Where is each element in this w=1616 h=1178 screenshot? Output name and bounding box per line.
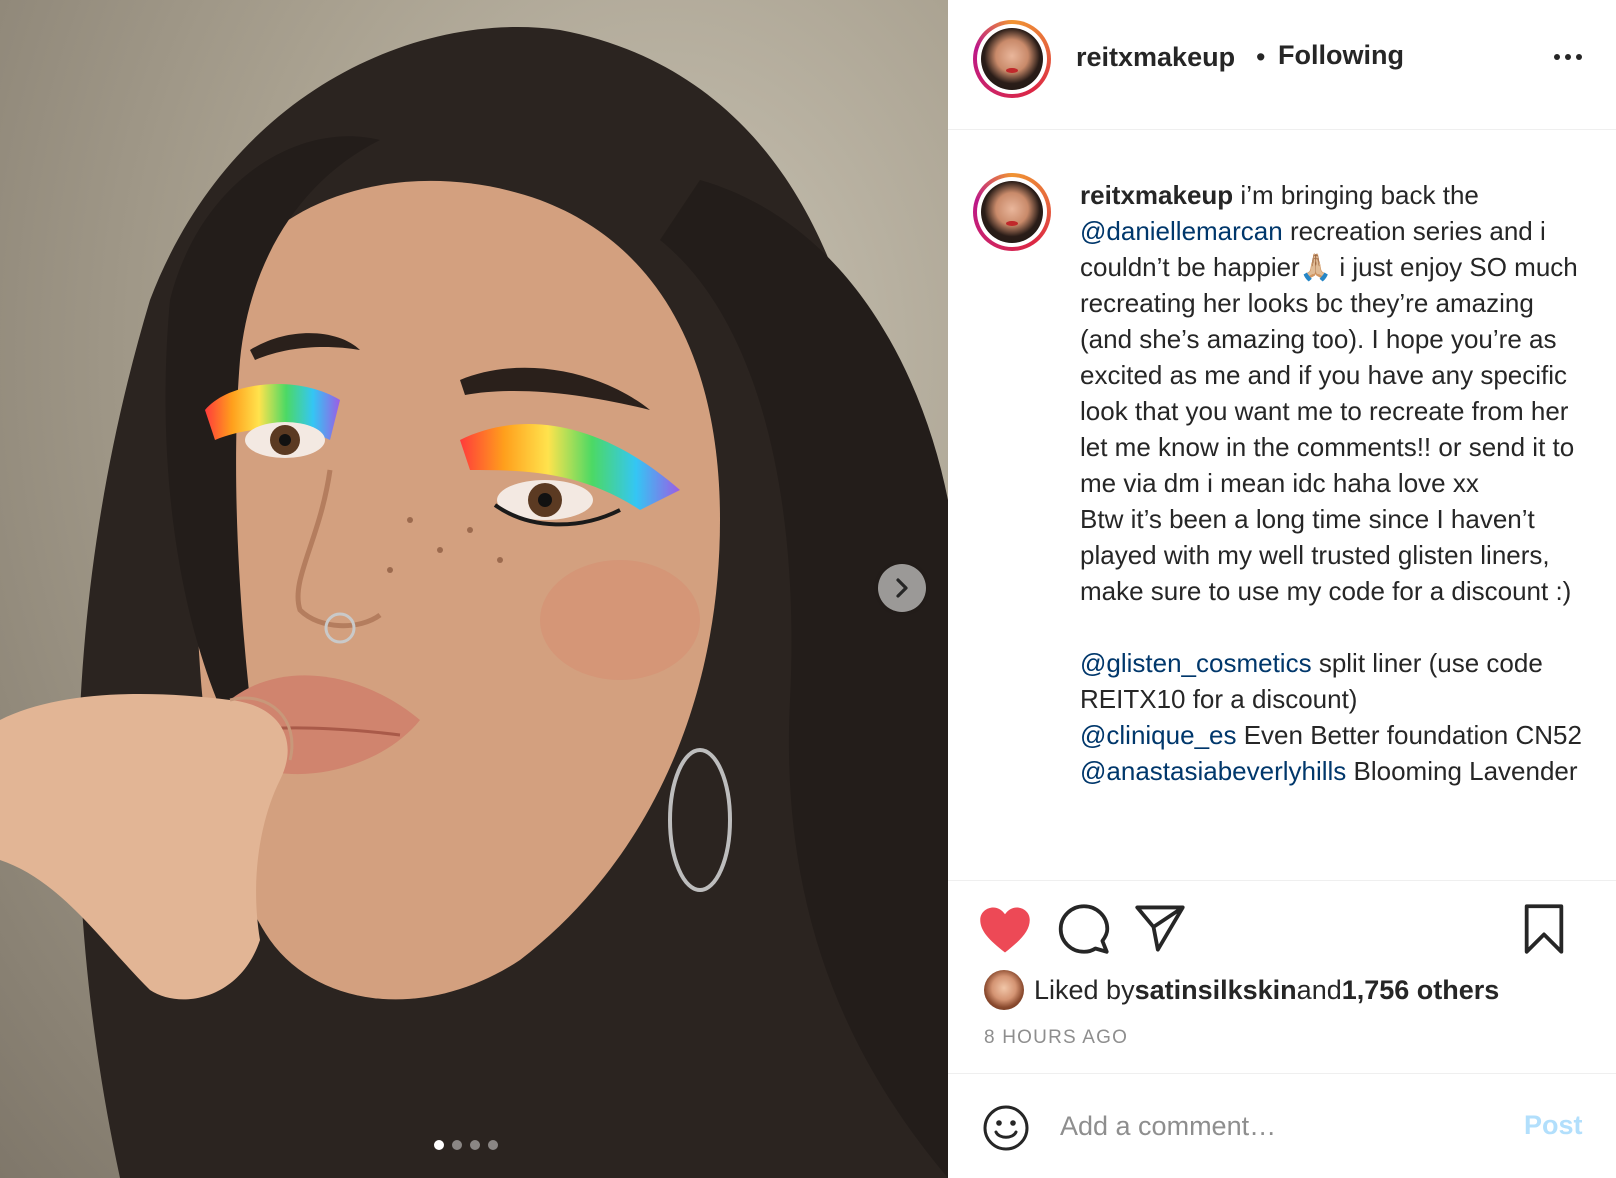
post-comment-button[interactable]: Post xyxy=(1524,1110,1583,1141)
portrait-illustration xyxy=(0,27,948,1178)
heart-filled-icon[interactable] xyxy=(978,905,1032,955)
mention-link[interactable]: @clinique_es xyxy=(1080,720,1236,750)
comment-input[interactable] xyxy=(1060,1104,1480,1148)
smiley-icon[interactable] xyxy=(982,1104,1030,1152)
caption-username[interactable]: reitxmakeup xyxy=(1080,180,1233,210)
post-side-panel: reitxmakeup • Following reitxmakeup i’m … xyxy=(948,0,1616,1178)
caption-part: Blooming Lavender xyxy=(1346,756,1578,786)
liker-username[interactable]: satinsilkskin xyxy=(1135,975,1297,1006)
likes-count-link[interactable]: 1,756 others xyxy=(1342,975,1500,1006)
comment-bubble-icon[interactable] xyxy=(1058,903,1110,955)
mention-link[interactable]: @daniellemarcan xyxy=(1080,216,1283,246)
likes-summary: Liked by satinsilkskin and 1,756 others xyxy=(984,970,1499,1010)
carousel-indicators xyxy=(434,1140,498,1150)
mention-link[interactable]: @glisten_cosmetics xyxy=(1080,648,1312,678)
carousel-dot xyxy=(452,1140,462,1150)
carousel-dot-active xyxy=(434,1140,444,1150)
caption-part: i’m bringing back the xyxy=(1233,180,1487,210)
header-username[interactable]: reitxmakeup xyxy=(1076,42,1235,73)
caption-text: reitxmakeup i’m bringing back the @danie… xyxy=(1080,177,1592,789)
mention-link[interactable]: @anastasiabeverlyhills xyxy=(1080,756,1346,786)
carousel-dot xyxy=(488,1140,498,1150)
paper-plane-icon[interactable] xyxy=(1134,903,1186,953)
caption-avatar[interactable] xyxy=(973,173,1051,251)
post-timestamp[interactable]: 8 HOURS AGO xyxy=(984,1027,1128,1049)
caption-section[interactable]: reitxmakeup i’m bringing back the @danie… xyxy=(948,131,1616,880)
caption-part: recreation series and i couldn’t be happ… xyxy=(1080,216,1578,606)
carousel-next-button[interactable] xyxy=(878,564,926,612)
carousel-dot xyxy=(470,1140,480,1150)
post-header: reitxmakeup • Following xyxy=(948,0,1616,130)
header-separator: • xyxy=(1256,42,1266,72)
profile-avatar[interactable] xyxy=(973,20,1051,98)
chevron-right-icon xyxy=(896,578,908,598)
comment-bar: Post xyxy=(948,1073,1616,1178)
post-photo[interactable] xyxy=(0,0,948,1178)
likes-prefix: Liked by xyxy=(1034,974,1135,1005)
bookmark-icon[interactable] xyxy=(1522,903,1566,955)
more-options-icon[interactable] xyxy=(1554,54,1582,60)
liker-avatar[interactable] xyxy=(984,970,1024,1010)
likes-middle: and xyxy=(1296,974,1342,1005)
following-button[interactable]: Following xyxy=(1278,40,1404,71)
caption-part: Even Better foundation CN52 xyxy=(1243,720,1582,750)
